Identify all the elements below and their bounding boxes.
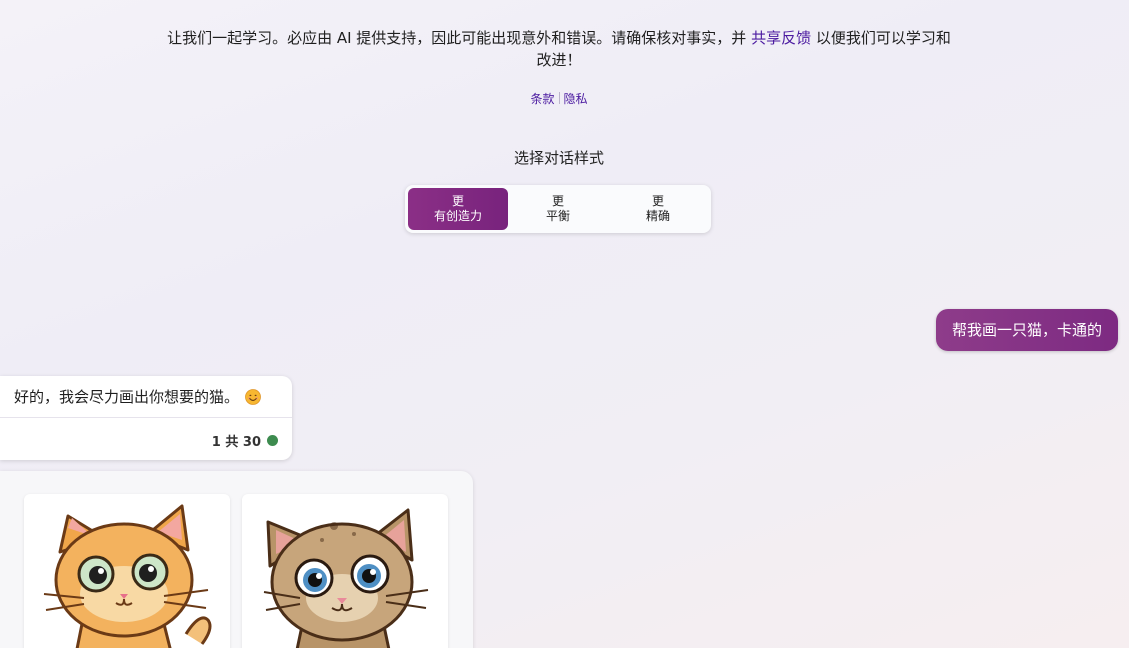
turn-counter: 1 共 30 bbox=[212, 431, 278, 450]
style-option-balanced[interactable]: 更 平衡 bbox=[508, 188, 608, 230]
style-option-label: 精确 bbox=[645, 209, 670, 223]
legal-links: 条款 隐私 bbox=[0, 90, 1118, 107]
status-dot-icon bbox=[267, 435, 278, 446]
style-option-label: 平衡 bbox=[545, 209, 570, 223]
style-option-prefix: 更 bbox=[451, 194, 464, 208]
style-option-prefix: 更 bbox=[651, 194, 664, 208]
brown-cat-illustration bbox=[263, 508, 429, 648]
image-results-card bbox=[0, 471, 473, 648]
style-option-creative[interactable]: 更 有创造力 bbox=[408, 188, 508, 230]
privacy-link[interactable]: 隐私 bbox=[564, 92, 588, 106]
smiling-face-icon bbox=[245, 389, 261, 405]
conversation-style-title: 选择对话样式 bbox=[513, 149, 604, 167]
legal-divider bbox=[558, 92, 560, 104]
orange-cat-illustration bbox=[43, 504, 212, 648]
bot-reply: 好的，我会尽力画出你想要的猫。 bbox=[14, 386, 261, 408]
generated-image-orange-cat[interactable] bbox=[24, 494, 230, 648]
disclaimer-text: 让我们一起学习。必应由 AI 提供支持，因此可能出现意外和错误。请确保核对事实，… bbox=[167, 29, 747, 47]
turn-counter-text: 1 共 30 bbox=[211, 435, 261, 450]
generated-image-brown-cat[interactable] bbox=[242, 494, 448, 648]
conversation-style-picker: 更 有创造力 更 平衡 更 精确 bbox=[405, 185, 711, 233]
style-option-precise[interactable]: 更 精确 bbox=[608, 188, 708, 230]
user-message-bubble: 帮我画一只猫，卡通的 bbox=[935, 309, 1118, 351]
style-option-prefix: 更 bbox=[551, 194, 564, 208]
disclaimer: 让我们一起学习。必应由 AI 提供支持，因此可能出现意外和错误。请确保核对事实，… bbox=[164, 27, 954, 71]
share-feedback-link[interactable]: 共享反馈 bbox=[751, 29, 811, 47]
bot-reply-text: 好的，我会尽力画出你想要的猫。 bbox=[14, 388, 240, 406]
card-divider bbox=[0, 417, 292, 418]
terms-link[interactable]: 条款 bbox=[530, 92, 554, 106]
style-option-label: 有创造力 bbox=[433, 209, 482, 223]
bot-response-card: 好的，我会尽力画出你想要的猫。 1 共 30 bbox=[0, 376, 292, 460]
